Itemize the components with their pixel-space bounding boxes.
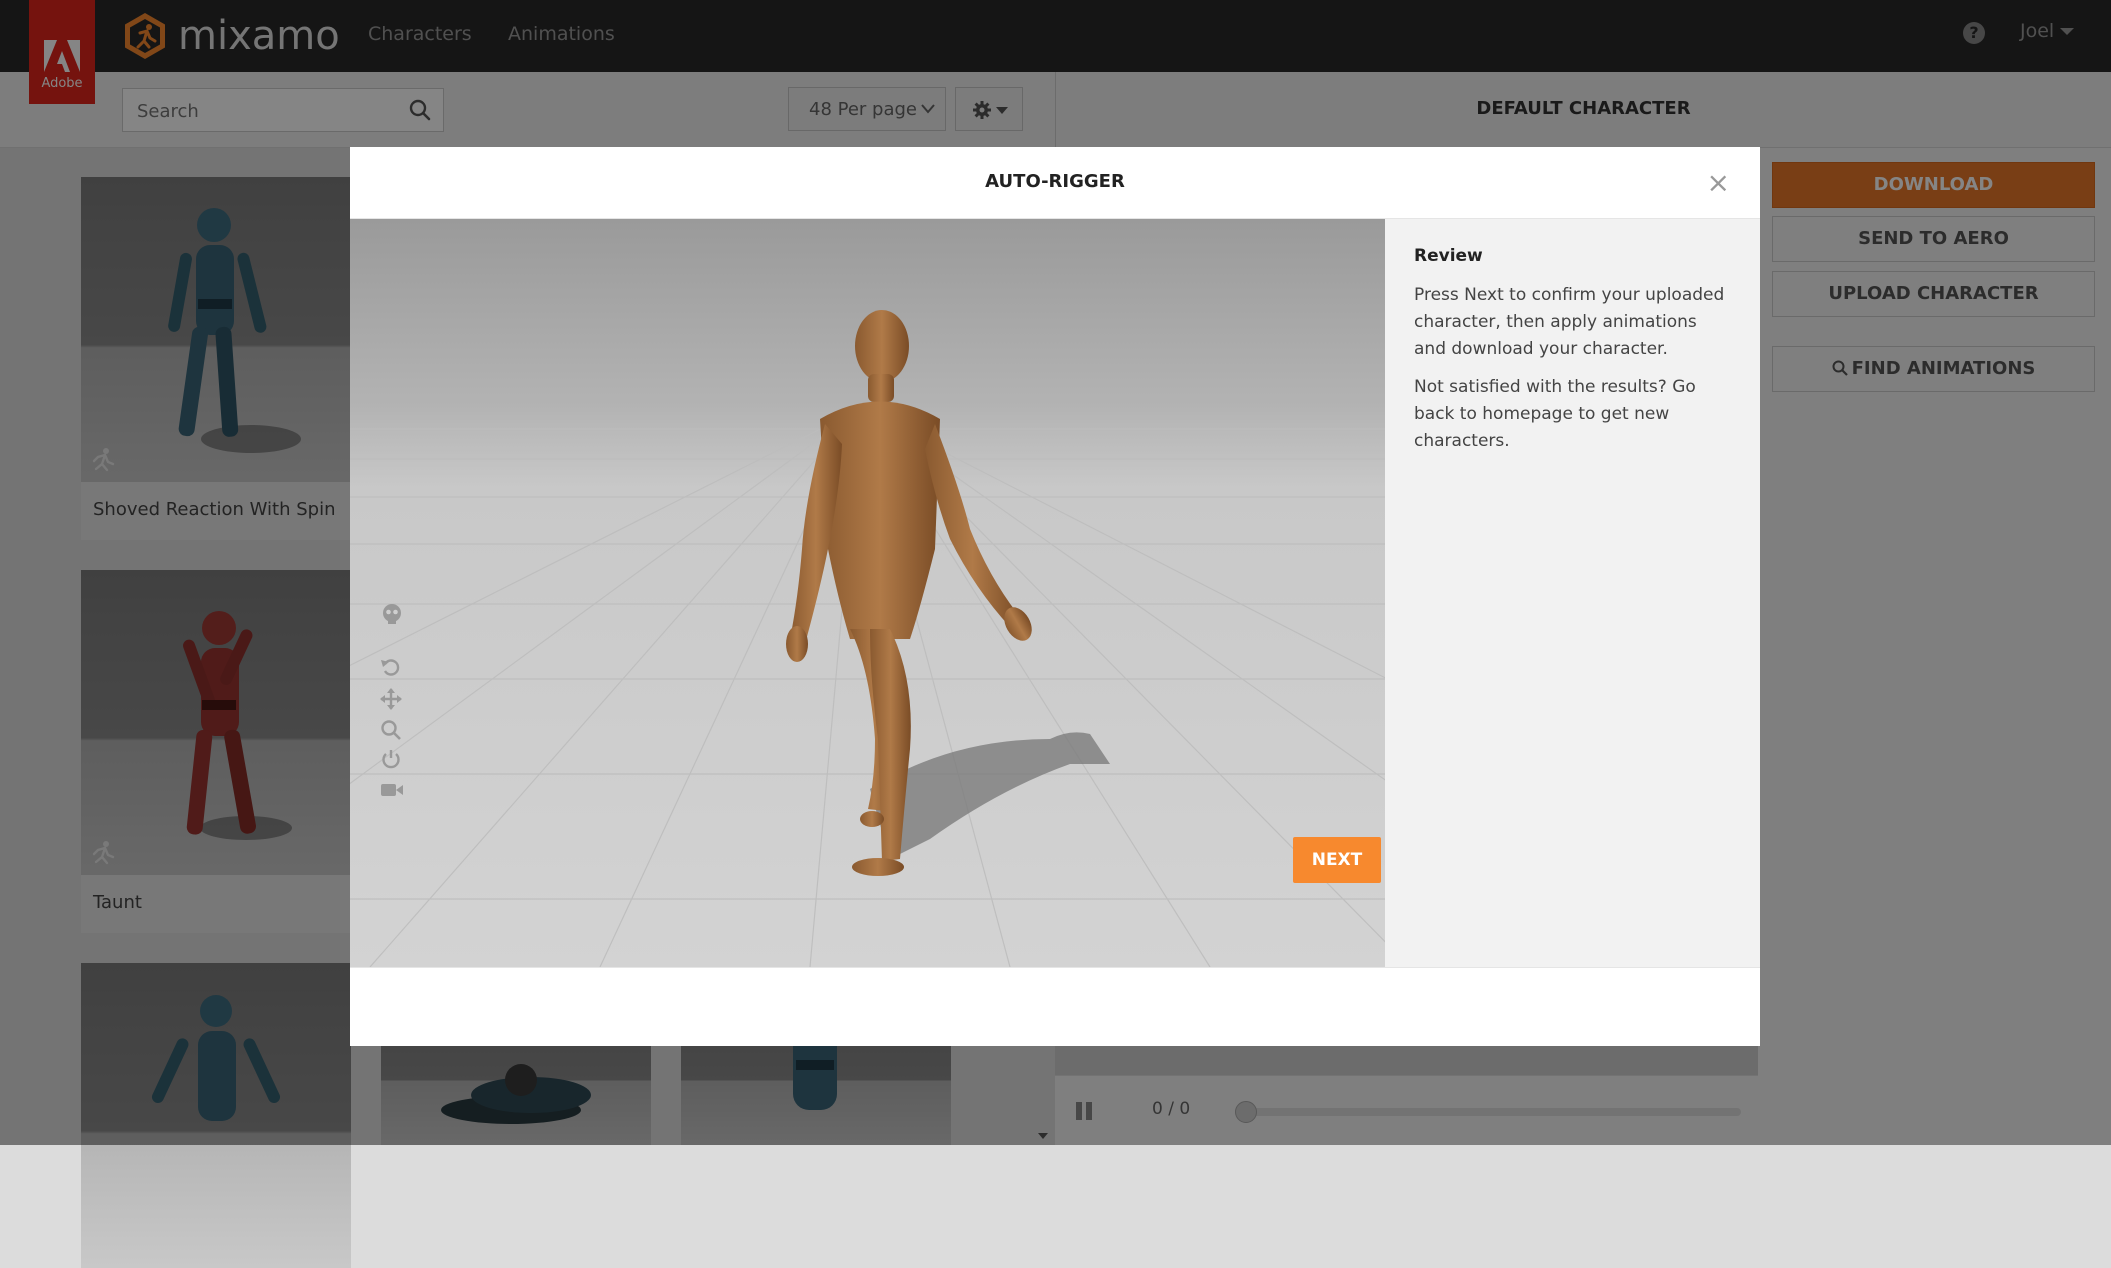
reset-rotate-icon[interactable] [380,656,402,678]
auto-rigger-modal: AUTO-RIGGER × Review Press Next to confi… [350,147,1760,1046]
modal-footer [350,967,1760,1046]
zoom-icon[interactable] [380,719,402,741]
character-preview [350,310,1385,967]
review-panel: Review Press Next to confirm your upload… [1385,219,1760,967]
review-instructions: Press Next to confirm your uploaded char… [1414,285,1725,359]
rig-preview-viewport[interactable] [350,219,1385,967]
review-note: Not satisfied with the results? Go back … [1414,377,1696,451]
next-button[interactable]: NEXT [1293,837,1381,883]
camera-icon[interactable] [380,780,404,800]
power-icon[interactable] [380,748,402,770]
review-heading: Review [1414,246,1483,266]
modal-header: AUTO-RIGGER × [350,147,1760,219]
skeleton-icon[interactable] [380,602,404,626]
modal-title: AUTO-RIGGER [985,171,1125,192]
close-icon[interactable]: × [1707,169,1730,197]
pan-icon[interactable] [380,688,402,710]
